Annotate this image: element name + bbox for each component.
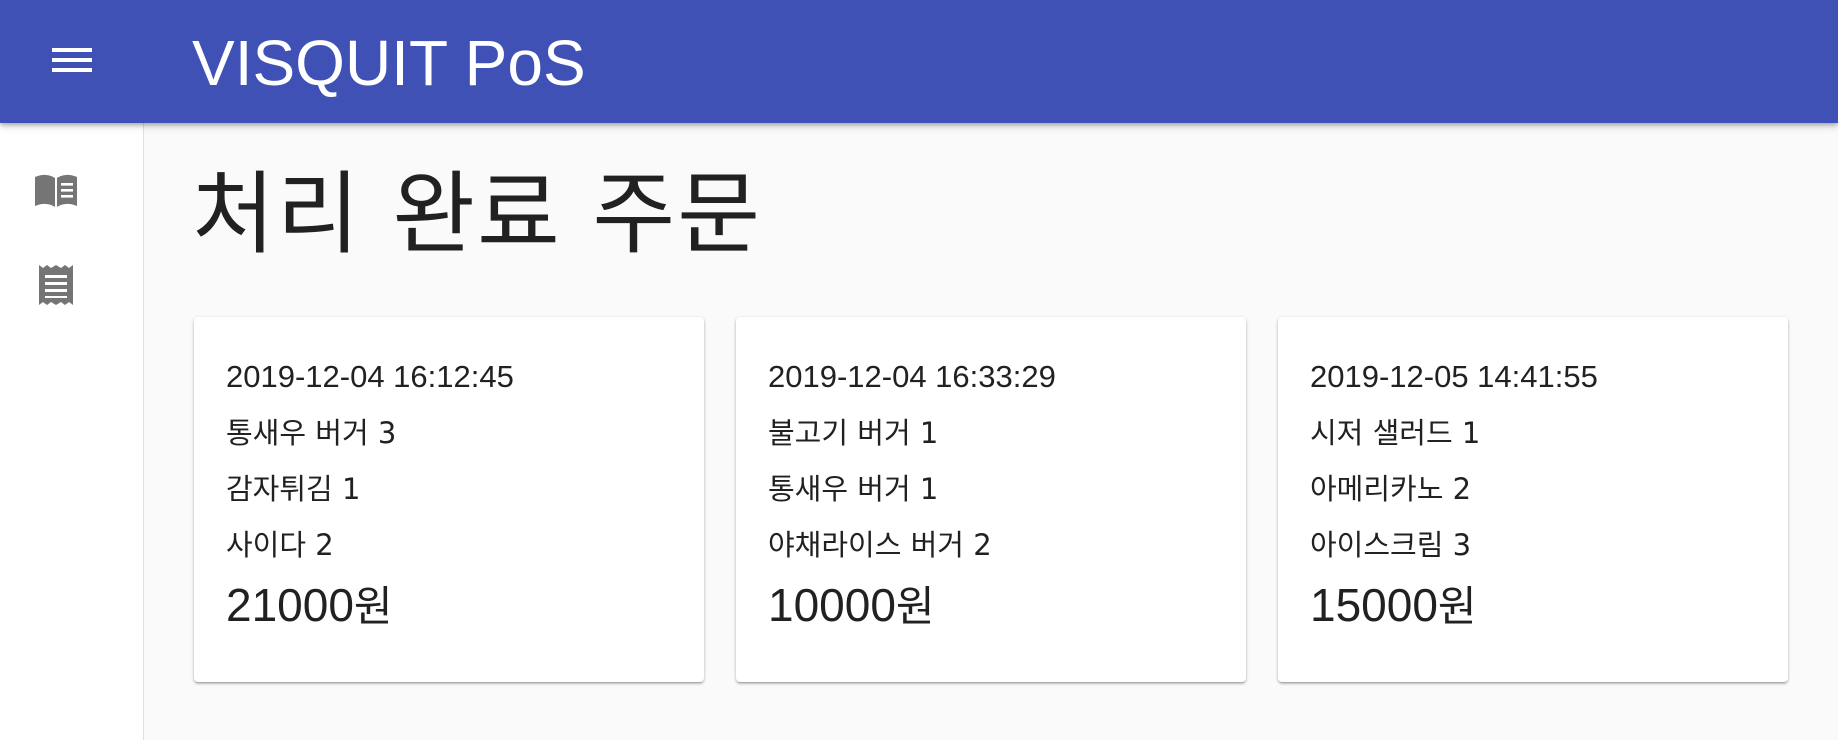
- sidebar-item-orders[interactable]: [26, 259, 86, 311]
- order-card[interactable]: 2019-12-05 14:41:55 시저 샐러드 1 아메리카노 2 아이스…: [1278, 317, 1788, 682]
- page-title: 처리 완료 주문: [192, 162, 763, 267]
- order-item: 통새우 버거 3: [226, 416, 397, 450]
- order-card[interactable]: 2019-12-04 16:12:45 통새우 버거 3 감자튀김 1 사이다 …: [194, 317, 704, 682]
- order-datetime: 2019-12-04 16:33:29: [768, 359, 1056, 394]
- order-total-amount: 21000: [226, 579, 354, 631]
- order-item: 야채라이스 버거 2: [768, 528, 992, 562]
- order-card[interactable]: 2019-12-04 16:33:29 불고기 버거 1 통새우 버거 1 야채…: [736, 317, 1246, 682]
- currency-unit: 원: [353, 582, 393, 631]
- order-item: 시저 샐러드 1: [1310, 416, 1481, 450]
- order-total: 21000원: [226, 577, 672, 635]
- receipt-icon: [39, 265, 73, 305]
- order-item: 아이스크림 3: [1310, 528, 1472, 562]
- order-item: 감자튀김 1: [226, 472, 361, 506]
- sidebar: [0, 123, 144, 740]
- hamburger-menu-icon: [52, 48, 92, 72]
- order-item: 아메리카노 2: [1310, 472, 1472, 506]
- order-datetime: 2019-12-04 16:12:45: [226, 359, 514, 394]
- order-total: 10000원: [768, 577, 1214, 635]
- book-icon: [35, 174, 77, 207]
- app-bar: VISQUIT PoS: [0, 0, 1838, 123]
- order-total-amount: 15000: [1310, 579, 1438, 631]
- order-total: 15000원: [1310, 577, 1756, 635]
- currency-unit: 원: [1437, 582, 1477, 631]
- order-datetime: 2019-12-05 14:41:55: [1310, 359, 1598, 394]
- order-item: 통새우 버거 1: [768, 472, 939, 506]
- order-item: 사이다 2: [226, 528, 334, 562]
- order-cards: 2019-12-04 16:12:45 통새우 버거 3 감자튀김 1 사이다 …: [194, 317, 1788, 682]
- order-item: 불고기 버거 1: [768, 416, 939, 450]
- app-title: VISQUIT PoS: [192, 27, 586, 99]
- currency-unit: 원: [895, 582, 935, 631]
- sidebar-item-menu[interactable]: [26, 165, 86, 217]
- menu-button[interactable]: [42, 35, 102, 85]
- order-total-amount: 10000: [768, 579, 896, 631]
